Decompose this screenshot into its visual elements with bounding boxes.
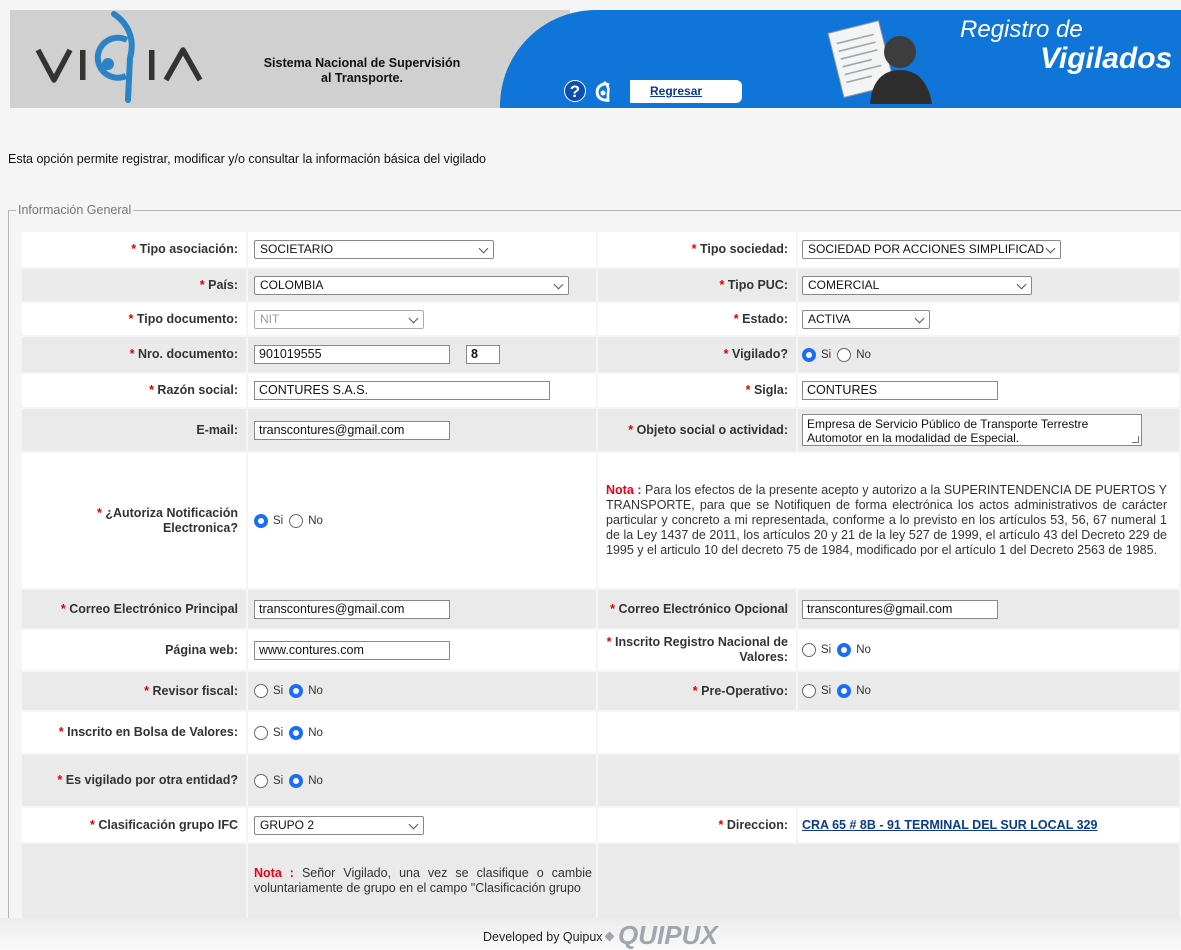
chevron-down-icon xyxy=(914,313,925,323)
home-icon[interactable] xyxy=(593,81,615,103)
inscrito-rnv-radio-group: Si No xyxy=(802,642,877,658)
clasificacion-ifc-label: * Clasificación grupo IFC xyxy=(90,817,238,832)
chevron-down-icon xyxy=(478,243,489,254)
email-input[interactable]: transcontures@gmail.com xyxy=(254,420,450,440)
diamond-icon xyxy=(604,931,615,942)
section-legend: Información General xyxy=(16,203,134,217)
bolsa-si-radio[interactable] xyxy=(254,725,268,740)
autoriza-si-radio[interactable] xyxy=(254,513,268,528)
inscrito-rnv-si-radio[interactable] xyxy=(802,643,816,657)
nro-documento-label: * Nro. documento: xyxy=(129,347,238,361)
revisor-fiscal-radio-group: Si No xyxy=(254,683,329,699)
resize-grip-icon[interactable] xyxy=(1132,436,1139,443)
objeto-social-label: * Objeto social o actividad: xyxy=(628,422,788,437)
vigilado-otra-radio-group: Si No xyxy=(254,773,329,789)
nota-notificacion: Nota : Para los efectos de la presente a… xyxy=(606,483,1167,557)
pre-operativo-label: * Pre-Operativo: xyxy=(692,683,788,698)
tipo-sociedad-select[interactable]: SOCIEDAD POR ACCIONES SIMPLIFICAD xyxy=(802,240,1061,259)
objeto-social-textarea[interactable]: Empresa de Servicio Público de Transport… xyxy=(802,414,1142,446)
developed-by-text: Developed by Quipux xyxy=(483,930,603,944)
document-user-illustration xyxy=(827,20,932,104)
chevron-down-icon xyxy=(1016,279,1027,289)
inscrito-bolsa-label: * Inscrito en Bolsa de Valores: xyxy=(58,725,238,739)
system-name: Sistema Nacional de Supervisión al Trans… xyxy=(263,56,461,85)
tipo-puc-select[interactable]: COMERCIAL xyxy=(802,275,1032,295)
chevron-down-icon xyxy=(408,819,419,829)
chevron-down-icon xyxy=(408,313,419,323)
pre-operativo-no-radio[interactable] xyxy=(837,684,852,698)
tipo-documento-label: * Tipo documento: xyxy=(128,311,238,326)
pagina-web-label: Página web: xyxy=(165,642,238,657)
pais-select[interactable]: COLOMBIA xyxy=(254,275,569,295)
vigia-logo xyxy=(35,11,203,103)
pagina-web-input[interactable]: www.contures.com xyxy=(254,640,450,660)
nro-documento-input[interactable]: 901019555 xyxy=(254,345,450,364)
revisor-no-radio[interactable] xyxy=(289,684,304,698)
intro-text: Esta opción permite registrar, modificar… xyxy=(8,152,487,166)
vigilado-label: * Vigilado? xyxy=(723,347,788,361)
help-icon[interactable]: ? xyxy=(564,80,586,102)
objeto-social-line1: Empresa de Servicio Público de Transport… xyxy=(807,417,1089,431)
general-info-form: * Tipo asociación: SOCIETARIO * Tipo soc… xyxy=(22,232,1181,924)
vigilado-otra-si-radio[interactable] xyxy=(254,773,268,788)
inscrito-rnv-no-radio[interactable] xyxy=(837,643,852,657)
clasificacion-ifc-select[interactable]: GRUPO 2 xyxy=(254,815,424,835)
header-banner: Sistema Nacional de Supervisión al Trans… xyxy=(10,10,1181,108)
autoriza-notificacion-radio-group: Si No xyxy=(254,513,329,529)
sigla-input[interactable]: CONTURES xyxy=(802,381,998,400)
vigilado-no-radio[interactable] xyxy=(837,347,852,362)
inscrito-bolsa-radio-group: Si No xyxy=(254,725,329,741)
email-label: E-mail: xyxy=(196,422,238,437)
digito-verificacion-input[interactable]: 8 xyxy=(466,345,500,364)
pre-operativo-si-radio[interactable] xyxy=(802,684,816,698)
bolsa-no-radio[interactable] xyxy=(289,725,304,740)
tipo-documento-select[interactable]: NIT xyxy=(254,309,424,329)
razon-social-input[interactable]: CONTURES S.A.S. xyxy=(254,381,550,400)
pre-operativo-radio-group: Si No xyxy=(802,683,877,699)
direccion-link[interactable]: CRA 65 # 8B - 91 TERMINAL DEL SUR LOCAL … xyxy=(802,818,1097,833)
back-button[interactable]: Regresar xyxy=(630,80,742,103)
correo-opcional-input[interactable]: transcontures@gmail.com xyxy=(802,599,998,619)
razon-social-label: * Razón social: xyxy=(149,383,238,397)
autoriza-notificacion-label: * ¿Autoriza Notificación Electronica? xyxy=(96,505,238,535)
fieldset-border-left xyxy=(8,210,9,950)
chevron-down-icon xyxy=(1045,243,1056,254)
pais-label: * País: xyxy=(199,277,238,292)
estado-label: * Estado: xyxy=(733,311,788,326)
vigilado-otra-no-radio[interactable] xyxy=(289,773,304,788)
vigilado-otra-label: * Es vigilado por otra entidad? xyxy=(57,773,238,787)
quipux-logo: QUIPUX xyxy=(618,920,718,950)
tipo-asociacion-select[interactable]: SOCIETARIO xyxy=(254,240,494,259)
revisor-fiscal-label: * Revisor fiscal: xyxy=(144,683,238,698)
page-title-line2: Vigilados xyxy=(1040,42,1173,75)
autoriza-no-radio[interactable] xyxy=(289,513,304,528)
chevron-down-icon xyxy=(553,279,564,289)
estado-select[interactable]: ACTIVA xyxy=(802,309,930,329)
sigla-label: * Sigla: xyxy=(745,383,788,397)
tipo-sociedad-label: * Tipo sociedad: xyxy=(691,242,788,256)
correo-principal-input[interactable]: transcontures@gmail.com xyxy=(254,599,450,619)
fieldset-border-top xyxy=(8,210,1181,211)
correo-opcional-label: * Correo Electrónico Opcional xyxy=(610,601,788,616)
tipo-asociacion-label: * Tipo asociación: xyxy=(131,242,238,256)
correo-principal-label: * Correo Electrónico Principal xyxy=(60,601,238,616)
objeto-social-line2: Automotor en la modalidad de Especial. xyxy=(807,431,1020,445)
inscrito-rnv-label: * Inscrito Registro Nacional de Valores: xyxy=(606,635,788,664)
vigilado-radio-group: Si No xyxy=(802,347,877,363)
nota-grupo: Nota : Señor Vigilado, una vez se clasif… xyxy=(254,866,592,895)
tipo-puc-label: * Tipo PUC: xyxy=(719,277,788,292)
page-title-line1: Registro de xyxy=(960,16,1083,43)
vigilado-si-radio[interactable] xyxy=(802,347,816,362)
revisor-si-radio[interactable] xyxy=(254,684,268,698)
direccion-label: * Direccion: xyxy=(718,817,789,832)
footer: Developed by Quipux QUIPUX xyxy=(0,918,1181,950)
